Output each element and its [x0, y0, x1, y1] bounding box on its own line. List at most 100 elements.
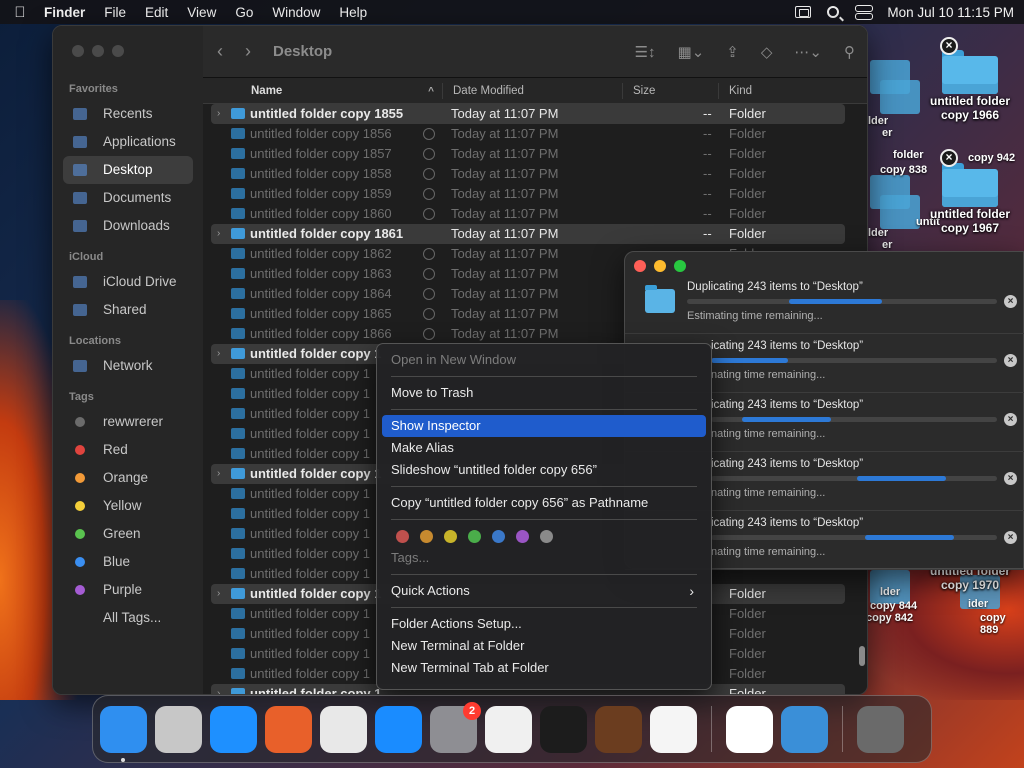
vscode-icon[interactable]	[650, 705, 697, 753]
share-icon[interactable]: ⇪	[726, 43, 739, 61]
table-row[interactable]: untitled folder copy 1857 Today at 11:07 …	[211, 144, 845, 164]
minimize-window-button[interactable]	[92, 45, 104, 57]
tag-color-dot[interactable]	[468, 529, 481, 543]
scrollbar-thumb[interactable]	[859, 646, 865, 666]
column-date-modified[interactable]: Date Modified	[443, 82, 623, 99]
system-settings-icon[interactable]: 2	[430, 701, 481, 753]
menu-item-new-terminal-tab[interactable]: New Terminal Tab at Folder	[382, 657, 706, 679]
zoom-window-button[interactable]	[674, 260, 686, 272]
textedit-icon[interactable]	[485, 705, 532, 753]
cancel-copy-icon[interactable]: ×	[1004, 295, 1017, 308]
cancel-copy-icon[interactable]: ×	[1004, 531, 1017, 544]
disclosure-triangle-icon[interactable]: ›	[217, 584, 220, 604]
disclosure-triangle-icon[interactable]: ›	[217, 344, 220, 364]
more-actions-icon[interactable]: ⋯⌄	[794, 43, 822, 61]
table-row[interactable]: › untitled folder copy 1855 Today at 11:07…	[211, 104, 845, 124]
menu-window[interactable]: Window	[272, 5, 320, 20]
control-center-icon[interactable]	[855, 5, 874, 20]
screen-mirroring-icon[interactable]	[795, 6, 812, 18]
back-chevron-icon[interactable]: ‹	[217, 41, 223, 62]
list-view-icon[interactable]: ☰↕	[635, 43, 656, 61]
table-row[interactable]: untitled folder copy 1858 Today at 11:07 …	[211, 164, 845, 184]
disclosure-triangle-icon[interactable]: ›	[217, 684, 220, 694]
disclosure-triangle-icon[interactable]: ›	[217, 224, 220, 244]
menu-item-tags[interactable]: Tags...	[382, 547, 706, 569]
menu-item-move-to-trash[interactable]: Move to Trash	[382, 382, 706, 404]
tag-color-dot[interactable]	[444, 529, 457, 543]
tag-color-dot[interactable]	[540, 529, 553, 543]
column-kind[interactable]: Kind	[719, 83, 859, 99]
apple-menu-icon[interactable]: 	[10, 4, 30, 21]
spotlight-search-icon[interactable]	[827, 6, 840, 18]
group-view-icon[interactable]: ▦⌄	[678, 43, 705, 61]
app-store-icon[interactable]	[375, 705, 422, 753]
safari-icon[interactable]	[210, 705, 257, 753]
tag-color-dot[interactable]	[492, 529, 505, 543]
sidebar-tag-item[interactable]: Purple	[63, 576, 193, 604]
desktop-folder-icon[interactable]	[880, 80, 920, 114]
remove-badge-icon[interactable]: ×	[940, 149, 958, 167]
sidebar-tag-item[interactable]: Yellow	[63, 492, 193, 520]
garageband-icon[interactable]	[595, 705, 642, 753]
sidebar-tag-item[interactable]: All Tags...	[63, 604, 193, 632]
sidebar-tag-item[interactable]: Green	[63, 520, 193, 548]
menu-item-make-alias[interactable]: Make Alias	[382, 437, 706, 459]
sidebar-item-icloud-drive[interactable]: iCloud Drive	[63, 268, 193, 296]
menu-go[interactable]: Go	[235, 5, 253, 20]
table-row[interactable]: untitled folder copy 1859 Today at 11:07 …	[211, 184, 845, 204]
desktop-folder-copy-1967[interactable]: untitled folder copy 1967	[930, 163, 1010, 235]
cancel-copy-icon[interactable]: ×	[1004, 472, 1017, 485]
sidebar-tag-item[interactable]: Blue	[63, 548, 193, 576]
table-row[interactable]: untitled folder copy 1856 Today at 11:07 …	[211, 124, 845, 144]
trash-icon[interactable]	[857, 705, 904, 753]
table-row[interactable]: › untitled folder copy 1861 Today at 11:07…	[211, 224, 845, 244]
disclosure-triangle-icon[interactable]: ›	[217, 104, 220, 124]
sidebar-item-network[interactable]: Network	[63, 352, 193, 380]
finder-icon[interactable]	[100, 705, 147, 762]
column-name[interactable]: Name	[203, 82, 443, 100]
menu-item-copy-pathname[interactable]: Copy “untitled folder copy 656” as Pathn…	[382, 492, 706, 514]
search-icon[interactable]: ⚲	[844, 43, 855, 61]
close-window-button[interactable]	[634, 260, 646, 272]
tag-icon[interactable]: ◇	[761, 43, 773, 61]
forward-chevron-icon[interactable]: ›	[245, 41, 251, 62]
sidebar-item-shared[interactable]: Shared	[63, 296, 193, 324]
remove-badge-icon[interactable]: ×	[940, 37, 958, 55]
tag-color-dot[interactable]	[396, 529, 409, 543]
menu-help[interactable]: Help	[339, 5, 367, 20]
menu-finder[interactable]: Finder	[44, 5, 85, 20]
terminal-icon[interactable]	[540, 705, 587, 753]
tag-color-dot[interactable]	[420, 529, 433, 543]
menu-item-quick-actions[interactable]: Quick Actions ›	[382, 580, 706, 602]
sidebar-item-recents[interactable]: Recents	[63, 100, 193, 128]
visual-studio-icon[interactable]	[726, 705, 773, 753]
cancel-copy-icon[interactable]: ×	[1004, 413, 1017, 426]
sidebar-tag-item[interactable]: Orange	[63, 464, 193, 492]
close-window-button[interactable]	[72, 45, 84, 57]
sidebar-item-documents[interactable]: Documents	[63, 184, 193, 212]
tag-color-dot[interactable]	[516, 529, 529, 543]
column-size[interactable]: Size	[623, 82, 719, 99]
menu-file[interactable]: File	[104, 5, 126, 20]
zoom-window-button[interactable]	[112, 45, 124, 57]
weather-icon[interactable]	[781, 705, 828, 753]
firefox-icon[interactable]	[265, 705, 312, 753]
sidebar-tag-item[interactable]: Red	[63, 436, 193, 464]
table-row[interactable]: untitled folder copy 1860 Today at 11:07 …	[211, 204, 845, 224]
menu-item-folder-actions-setup[interactable]: Folder Actions Setup...	[382, 613, 706, 635]
desktop-folder-copy-1966[interactable]: untitled folder copy 1966	[930, 50, 1010, 122]
menu-item-open-new-window[interactable]: Open in New Window	[382, 349, 706, 371]
minimize-window-button[interactable]	[654, 260, 666, 272]
menu-item-slideshow[interactable]: Slideshow “untitled folder copy 656”	[382, 459, 706, 481]
menu-edit[interactable]: Edit	[145, 5, 168, 20]
menu-item-show-inspector[interactable]: Show Inspector	[382, 415, 706, 437]
disclosure-triangle-icon[interactable]: ›	[217, 464, 220, 484]
menu-view[interactable]: View	[187, 5, 216, 20]
cancel-copy-icon[interactable]: ×	[1004, 354, 1017, 367]
chrome-icon[interactable]	[320, 705, 367, 753]
menu-bar-clock[interactable]: Mon Jul 10 11:15 PM	[887, 5, 1014, 20]
sidebar-item-applications[interactable]: Applications	[63, 128, 193, 156]
desktop-folder-icon[interactable]	[880, 195, 920, 229]
sidebar-item-desktop[interactable]: Desktop	[63, 156, 193, 184]
launchpad-icon[interactable]	[155, 705, 202, 753]
